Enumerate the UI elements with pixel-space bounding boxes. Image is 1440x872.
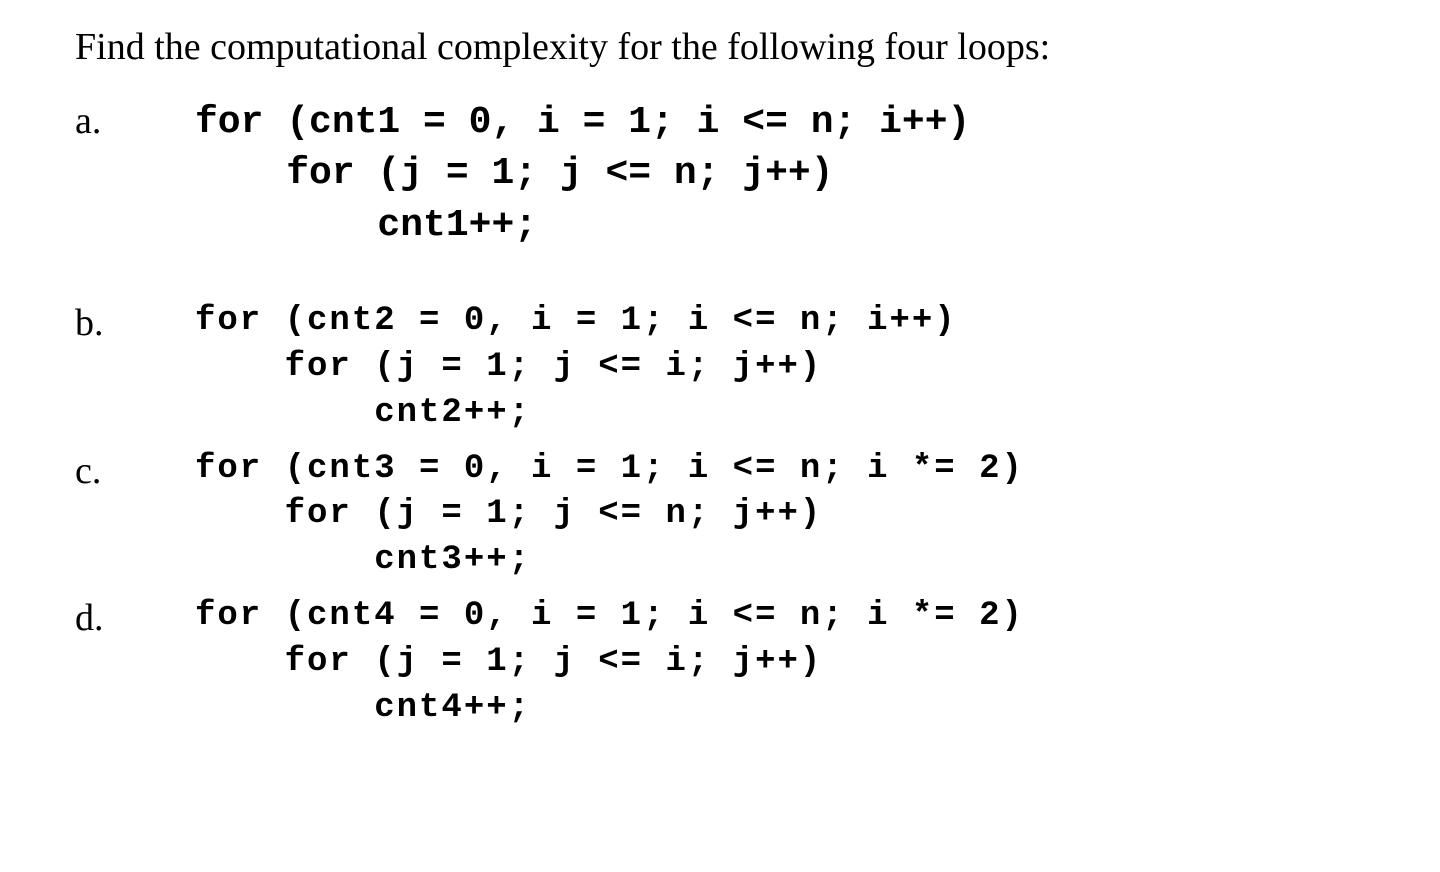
item-label: d. [75, 594, 195, 643]
item-label: a. [75, 97, 195, 146]
code-block: for (cnt2 = 0, i = 1; i <= n; i++) for (… [195, 299, 957, 437]
problem-item-b: b. for (cnt2 = 0, i = 1; i <= n; i++) fo… [75, 299, 1365, 437]
code-block: for (cnt4 = 0, i = 1; i <= n; i *= 2) fo… [195, 594, 1024, 732]
problem-item-c: c. for (cnt3 = 0, i = 1; i <= n; i *= 2)… [75, 447, 1365, 585]
problem-item-d: d. for (cnt4 = 0, i = 1; i <= n; i *= 2)… [75, 594, 1365, 732]
code-block: for (cnt3 = 0, i = 1; i <= n; i *= 2) fo… [195, 447, 1024, 585]
code-block: for (cnt1 = 0, i = 1; i <= n; i++) for (… [195, 97, 970, 251]
item-label: b. [75, 299, 195, 348]
page-title: Find the computational complexity for th… [75, 25, 1365, 69]
problem-item-a: a. for (cnt1 = 0, i = 1; i <= n; i++) fo… [75, 97, 1365, 251]
item-label: c. [75, 447, 195, 496]
